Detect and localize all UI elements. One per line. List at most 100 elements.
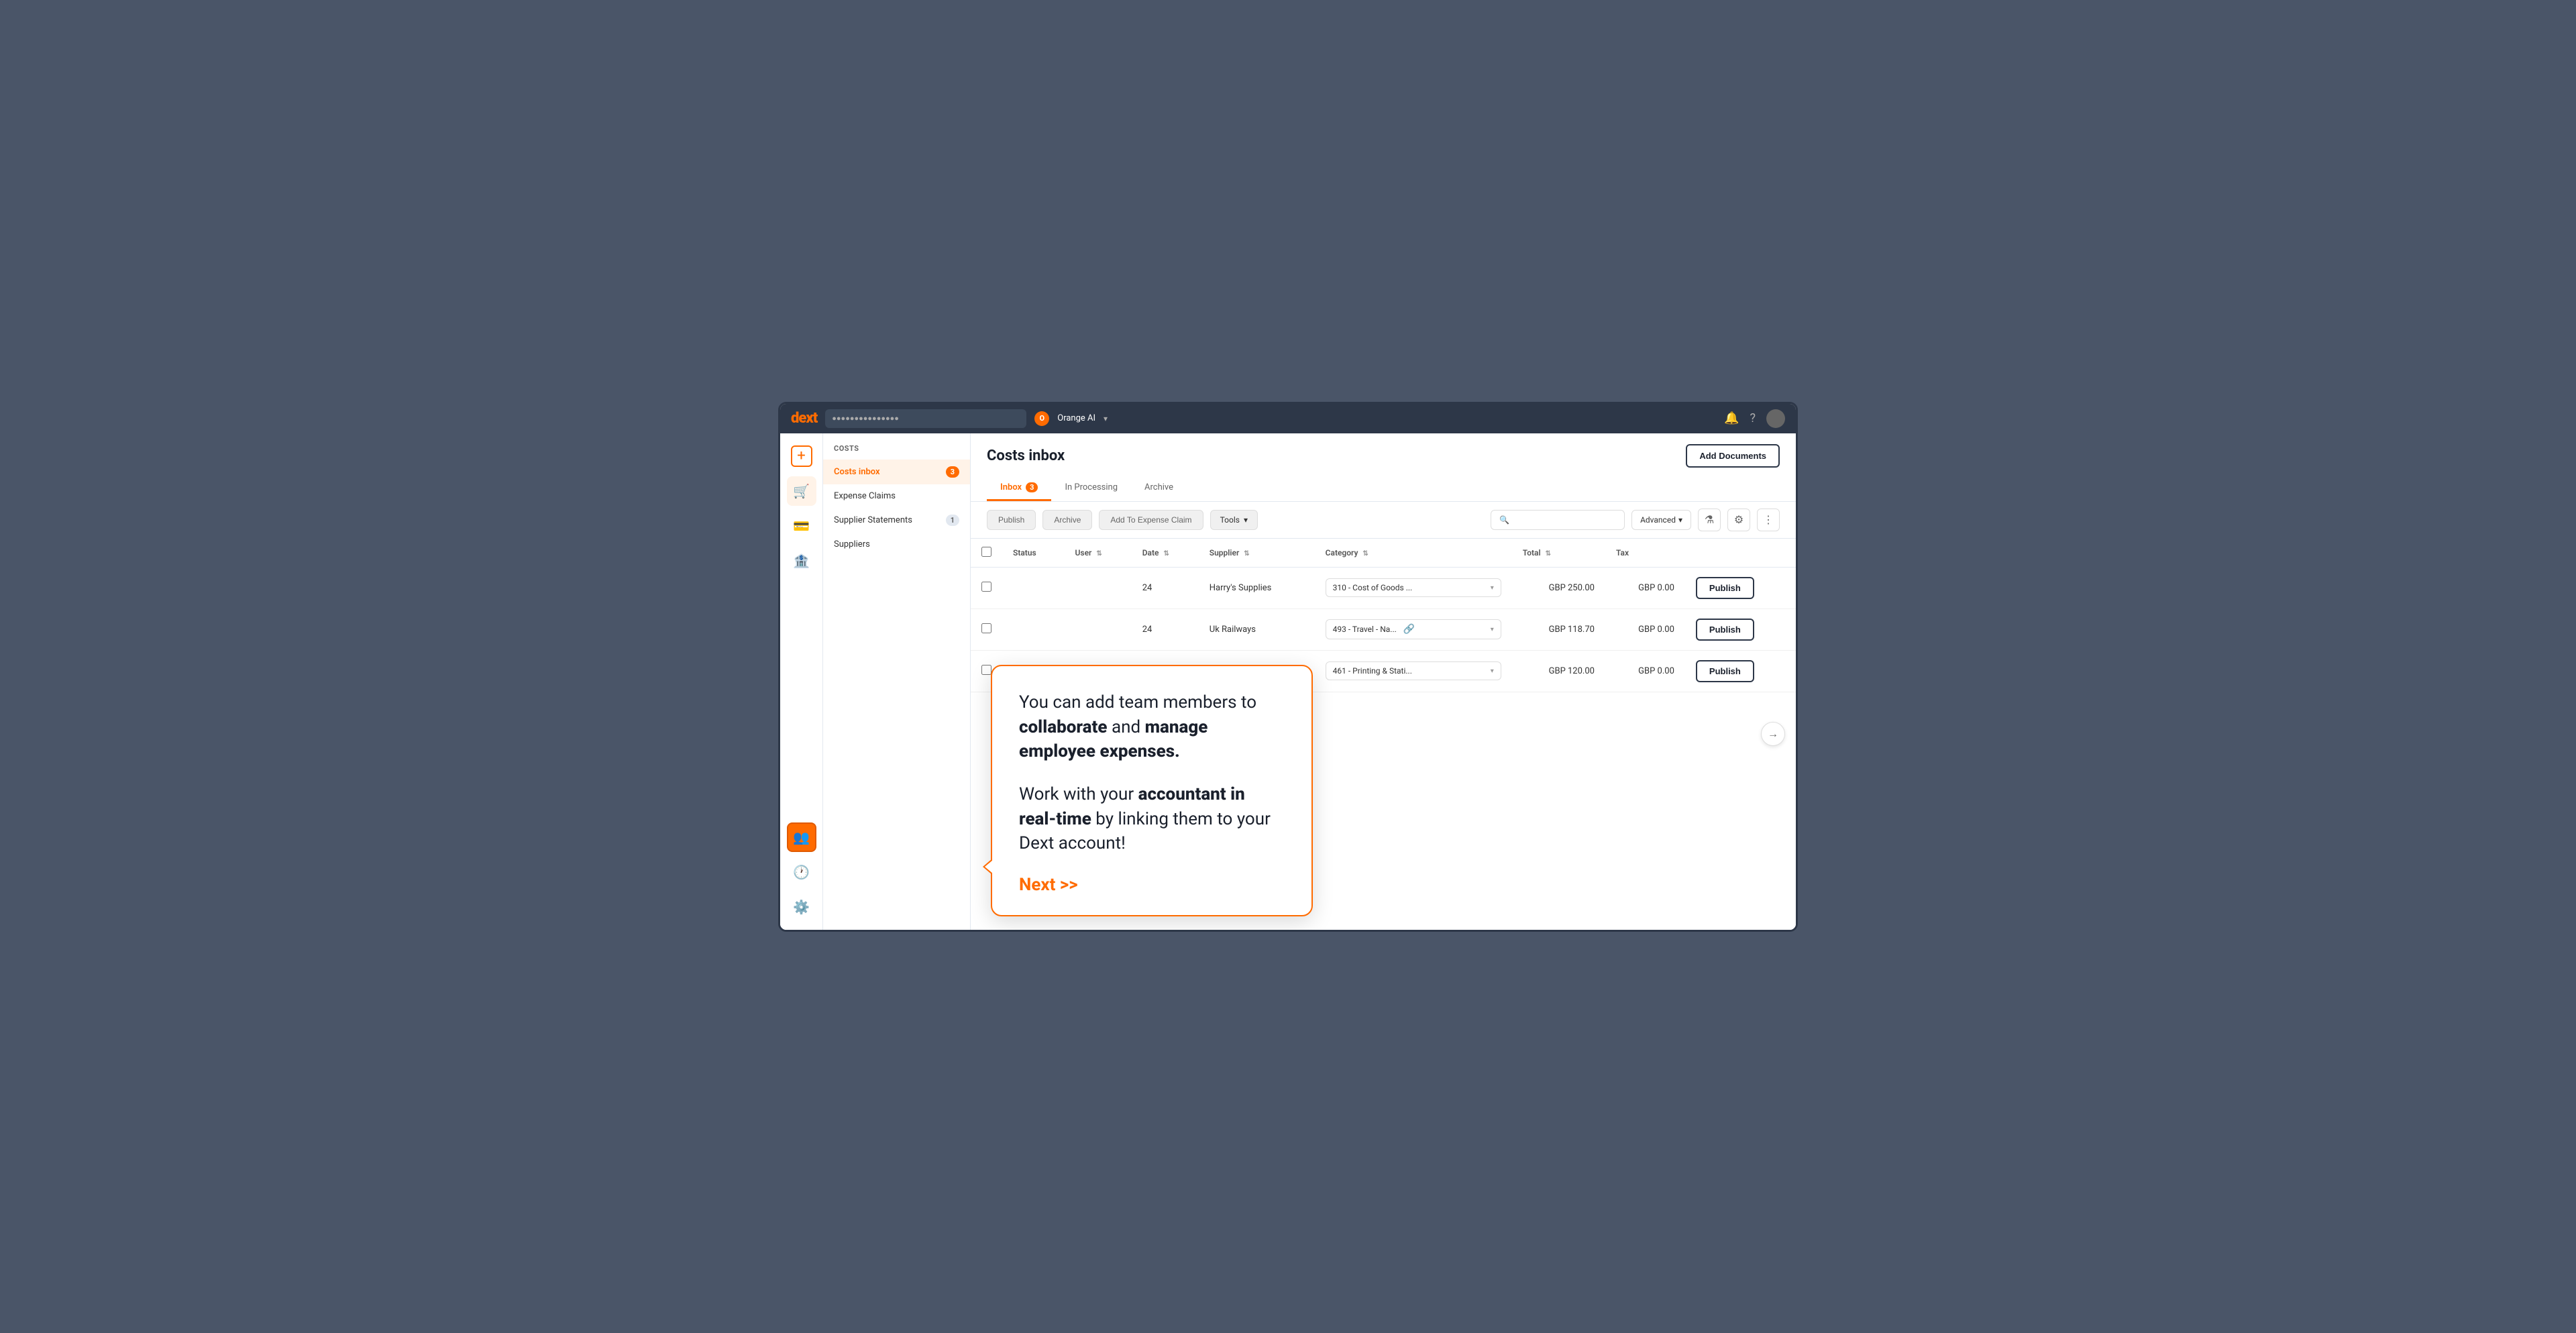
settings-icon: ⚙ (1734, 513, 1743, 526)
url-bar: ●●●●●●●●●●●●●●● (825, 409, 1026, 428)
next-button[interactable]: Next >> (1019, 875, 1078, 895)
row2-supplier: Uk Railways (1199, 608, 1315, 650)
card-icon: 💳 (793, 518, 810, 534)
tools-chevron-icon: ▾ (1244, 515, 1248, 525)
tools-button[interactable]: Tools ▾ (1210, 510, 1258, 530)
topbar: dext ●●●●●●●●●●●●●●● O Orange AI ▾ 🔔 ? (780, 404, 1796, 433)
tab-in-processing-label: In Processing (1065, 482, 1118, 492)
row2-checkbox-cell[interactable] (971, 608, 1002, 650)
category-sort-icon: ⇅ (1362, 550, 1368, 557)
content-header: Costs inbox Add Documents Inbox 3 In Pro… (971, 433, 1796, 502)
more-options-btn[interactable]: ⋮ (1757, 509, 1780, 531)
sidebar-costs-inbox-label: Costs inbox (834, 467, 880, 477)
select-all-checkbox[interactable] (981, 547, 991, 557)
row2-total: GBP 118.70 (1512, 608, 1605, 650)
bank-nav-btn[interactable]: 💳 (787, 511, 816, 541)
row1-category-select[interactable]: 310 - Cost of Goods ... ▾ (1326, 578, 1501, 597)
row3-total: GBP 120.00 (1512, 650, 1605, 692)
tab-archive[interactable]: Archive (1131, 476, 1187, 501)
sidebar-supplier-statements-label: Supplier Statements (834, 515, 912, 525)
row3-checkbox[interactable] (981, 665, 991, 675)
content-area: Costs inbox Add Documents Inbox 3 In Pro… (971, 433, 1796, 930)
add-documents-button[interactable]: Add Documents (1686, 444, 1780, 468)
sidebar-item-costs-inbox[interactable]: Costs inbox 3 (823, 460, 970, 484)
tooltip-text-1: You can add team members to collaborate … (1019, 690, 1285, 763)
building-icon: 🏦 (793, 553, 810, 569)
row3-publish-button[interactable]: Publish (1696, 660, 1754, 682)
row3-category-label: 461 - Printing & Stati... (1333, 666, 1412, 676)
row2-category[interactable]: 493 - Travel - Na... 🔗 ▾ (1315, 608, 1512, 650)
org-badge: O (1034, 411, 1049, 426)
row1-publish-button[interactable]: Publish (1696, 577, 1754, 599)
row3-actions: Publish (1685, 650, 1796, 692)
row2-tax: GBP 0.00 (1605, 608, 1685, 650)
table-row: 24 Uk Railways 493 - Travel - Na... 🔗 ▾ … (971, 608, 1796, 650)
row1-checkbox-cell[interactable] (971, 567, 1002, 608)
settings-nav-btn[interactable]: ⚙️ (787, 892, 816, 922)
supplier-header[interactable]: Supplier ⇅ (1199, 539, 1315, 568)
content-title-row: Costs inbox Add Documents (987, 444, 1780, 468)
total-header[interactable]: Total ⇅ (1512, 539, 1605, 568)
help-icon[interactable]: ? (1750, 411, 1756, 425)
tab-inbox[interactable]: Inbox 3 (987, 476, 1051, 501)
row3-category[interactable]: 461 - Printing & Stati... ▾ (1315, 650, 1512, 692)
tab-in-processing[interactable]: In Processing (1051, 476, 1131, 501)
row1-date: 24 (1132, 567, 1199, 608)
scroll-right-button[interactable]: → (1761, 722, 1785, 746)
row2-date: 24 (1132, 608, 1199, 650)
search-icon: 🔍 (1499, 515, 1509, 525)
row2-checkbox[interactable] (981, 623, 991, 633)
costs-inbox-badge: 3 (946, 466, 959, 478)
date-header[interactable]: Date ⇅ (1132, 539, 1199, 568)
row2-publish-button[interactable]: Publish (1696, 619, 1754, 641)
advanced-chevron-icon: ▾ (1678, 515, 1682, 525)
search-box[interactable]: 🔍 (1491, 510, 1625, 530)
toolbar: Publish Archive Add To Expense Claim Too… (971, 502, 1796, 539)
row1-supplier: Harry's Supplies (1199, 567, 1315, 608)
sidebar-item-expense-claims[interactable]: Expense Claims (823, 484, 970, 508)
reports-nav-btn[interactable]: 🏦 (787, 546, 816, 576)
tools-label: Tools (1220, 515, 1240, 525)
category-header[interactable]: Category ⇅ (1315, 539, 1512, 568)
table-header-row: Status User ⇅ Date ⇅ Supplier ⇅ Category… (971, 539, 1796, 568)
total-sort-icon: ⇅ (1546, 550, 1551, 557)
advanced-label: Advanced (1640, 515, 1676, 525)
row2-category-select[interactable]: 493 - Travel - Na... 🔗 ▾ (1326, 619, 1501, 639)
publish-toolbar-button[interactable]: Publish (987, 510, 1036, 530)
row2-category-label: 493 - Travel - Na... (1333, 625, 1397, 634)
row1-checkbox[interactable] (981, 582, 991, 592)
filter-icon-btn[interactable]: ⚗ (1698, 509, 1721, 531)
settings-icon-btn[interactable]: ⚙ (1727, 509, 1750, 531)
org-dropdown-icon[interactable]: ▾ (1104, 414, 1108, 423)
select-all-header[interactable] (971, 539, 1002, 568)
user-header[interactable]: User ⇅ (1065, 539, 1132, 568)
row2-actions: Publish (1685, 608, 1796, 650)
add-expense-claim-button[interactable]: Add To Expense Claim (1099, 510, 1203, 530)
row1-category-chevron: ▾ (1491, 584, 1494, 592)
user-avatar[interactable] (1766, 409, 1785, 428)
add-icon-btn[interactable]: + (787, 441, 816, 471)
tab-inbox-count: 3 (1026, 482, 1038, 492)
team-icon: 👥 (793, 829, 810, 845)
table-area: Status User ⇅ Date ⇅ Supplier ⇅ Category… (971, 539, 1796, 930)
main-layout: + 🛒 💳 🏦 👥 🕐 ⚙️ (780, 433, 1796, 930)
costs-nav-btn[interactable]: 🛒 (787, 476, 816, 506)
tab-inbox-label: Inbox (1000, 482, 1022, 492)
row1-tax: GBP 0.00 (1605, 567, 1685, 608)
row1-category[interactable]: 310 - Cost of Goods ... ▾ (1315, 567, 1512, 608)
date-sort-icon: ⇅ (1163, 550, 1169, 557)
history-nav-btn[interactable]: 🕐 (787, 857, 816, 887)
row3-category-chevron: ▾ (1491, 668, 1494, 675)
archive-toolbar-button[interactable]: Archive (1042, 510, 1092, 530)
notification-icon[interactable]: 🔔 (1724, 411, 1739, 425)
sidebar-item-suppliers[interactable]: Suppliers (823, 533, 970, 556)
advanced-button[interactable]: Advanced ▾ (1631, 510, 1691, 530)
row3-category-select[interactable]: 461 - Printing & Stati... ▾ (1326, 661, 1501, 680)
row1-category-label: 310 - Cost of Goods ... (1333, 583, 1413, 592)
team-nav-btn[interactable]: 👥 (787, 822, 816, 852)
row1-user (1065, 567, 1132, 608)
ellipsis-icon: ⋮ (1763, 513, 1774, 526)
sidebar-section-title: COSTS (823, 444, 970, 460)
sidebar-item-supplier-statements[interactable]: Supplier Statements 1 (823, 508, 970, 533)
row2-status (1002, 608, 1065, 650)
